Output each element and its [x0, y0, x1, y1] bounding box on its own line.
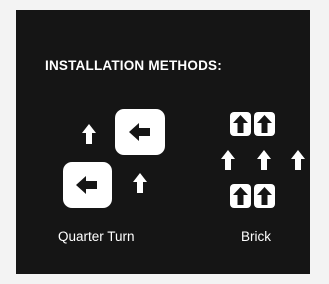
quarter-turn-pattern-icon [63, 109, 165, 208]
up-arrow-icon [133, 173, 147, 193]
brick-pattern-icon [221, 112, 305, 208]
tile-left-arrow-icon [63, 162, 112, 208]
installation-diagrams [63, 109, 305, 208]
tile-up-arrow-icon [254, 184, 275, 208]
tile-up-arrow-icon [254, 112, 275, 136]
up-arrow-icon [291, 150, 305, 170]
brick-label: Brick [241, 229, 271, 244]
up-arrow-icon [221, 150, 235, 170]
up-arrow-icon [257, 150, 271, 170]
tile-up-arrow-icon [230, 184, 251, 208]
tile-left-arrow-icon [115, 109, 165, 155]
quarter-turn-label: Quarter Turn [58, 229, 135, 244]
up-arrow-icon [82, 124, 96, 144]
tile-up-arrow-icon [230, 112, 251, 136]
